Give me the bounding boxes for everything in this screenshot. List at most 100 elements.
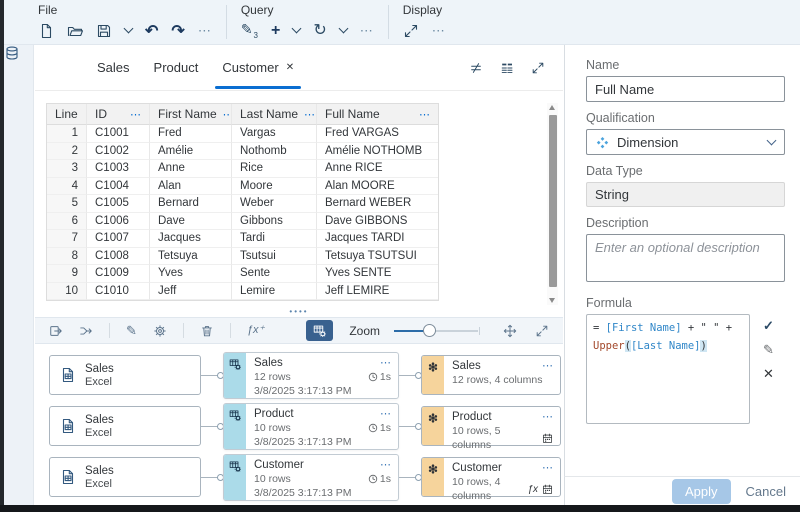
table-header-row: Line ID⋯ First Name⋯ Last Name⋯ Full Nam… xyxy=(47,104,438,125)
node-menu-icon[interactable]: ⋯ xyxy=(542,361,553,371)
scrollbar-thumb[interactable] xyxy=(549,115,557,287)
validate-formula-icon[interactable]: ✓ xyxy=(763,319,774,332)
name-input[interactable] xyxy=(586,76,785,102)
display-group-label: Display xyxy=(403,3,446,18)
table-scrollbar[interactable] xyxy=(547,103,558,305)
node-menu-icon[interactable]: ⋯ xyxy=(380,460,391,470)
prep-node[interactable]: Sales⋯ 12 rows1s 3/8/2025 3:17:13 PM xyxy=(223,352,399,399)
file-overflow-icon[interactable]: ⋯ xyxy=(198,23,212,39)
apply-button[interactable]: Apply xyxy=(672,479,731,504)
table-row[interactable]: 5C1005BernardWeberBernard WEBER xyxy=(47,195,438,213)
column-header-last-name[interactable]: Last Name⋯ xyxy=(232,104,317,125)
table-row[interactable]: 6C1006DaveGibbonsDave GIBBONS xyxy=(47,213,438,231)
table-row[interactable]: 10C1010JeffLemireJeff LEMIRE xyxy=(47,283,438,301)
prep-node-stripe xyxy=(224,455,246,500)
node-menu-icon[interactable]: ⋯ xyxy=(542,412,553,422)
delete-icon[interactable] xyxy=(200,324,214,338)
prep-node[interactable]: Product⋯ 10 rows1s 3/8/2025 3:17:13 PM xyxy=(223,403,399,450)
file-group-label: File xyxy=(38,3,212,18)
query-group-label: Query xyxy=(241,3,374,18)
refresh-chevron-down-icon[interactable] xyxy=(338,24,348,34)
output-node-stripe xyxy=(422,356,444,394)
zoom-slider-tick xyxy=(479,327,481,335)
prep-node[interactable]: Customer⋯ 10 rows1s 3/8/2025 3:17:13 PM xyxy=(223,454,399,501)
table-row[interactable]: 1C1001FredVargasFred VARGAS xyxy=(47,125,438,143)
source-node[interactable]: Sales Excel xyxy=(49,355,201,395)
source-node[interactable]: Sales Excel xyxy=(49,457,201,497)
column-menu-icon[interactable]: ⋯ xyxy=(419,108,430,121)
edit-node-icon[interactable]: ✎ xyxy=(126,324,137,337)
scroll-down-arrow[interactable] xyxy=(549,298,555,303)
save-icon[interactable] xyxy=(96,23,112,39)
column-menu-icon[interactable]: ⋯ xyxy=(223,108,232,121)
table-row[interactable]: 9C1009YvesSenteYves SENTE xyxy=(47,265,438,283)
filter-icon[interactable] xyxy=(469,61,483,75)
cancel-button[interactable]: Cancel xyxy=(746,484,786,499)
chevron-down-icon xyxy=(767,136,777,146)
formula-editor[interactable]: = [First Name] + " " + Upper([Last Name]… xyxy=(586,314,750,424)
table-row[interactable]: 2C1002AmélieNothombAmélie NOTHOMB xyxy=(47,143,438,161)
splitter-grip-icon[interactable]: •••• xyxy=(289,309,308,315)
properties-panel: Name Qualification Dimension Data Type S… xyxy=(564,45,800,476)
display-overflow-icon[interactable]: ⋯ xyxy=(432,23,446,39)
columns-icon[interactable] xyxy=(500,61,514,75)
close-tab-icon[interactable]: ✕ xyxy=(286,62,294,73)
qualification-select[interactable]: Dimension xyxy=(586,129,785,155)
description-label: Description xyxy=(586,216,785,230)
node-menu-icon[interactable]: ⋯ xyxy=(380,409,391,419)
expand-table-icon[interactable] xyxy=(531,61,545,75)
zoom-slider-thumb[interactable] xyxy=(423,324,436,337)
flow-toolbar: ✎ ƒx⁺ Zoom xyxy=(35,317,563,344)
output-node[interactable]: Product⋯ 10 rows, 5 columns xyxy=(421,406,561,446)
tab-product[interactable]: Product xyxy=(142,45,211,91)
flow-row-customer: Sales Excel Customer⋯ 10 rows1s 3/8/2025… xyxy=(35,452,563,503)
table-row[interactable]: 3C1003AnneRiceAnne RICE xyxy=(47,160,438,178)
open-file-icon[interactable] xyxy=(67,23,83,39)
settings-gear-icon[interactable] xyxy=(153,324,167,338)
column-menu-icon[interactable]: ⋯ xyxy=(130,108,141,121)
qualification-label: Qualification xyxy=(586,111,785,125)
zoom-slider[interactable] xyxy=(394,323,478,339)
redo-icon[interactable]: ↷ xyxy=(171,21,184,41)
column-header-first-name[interactable]: First Name⋯ xyxy=(150,104,232,125)
column-header-id[interactable]: ID⋯ xyxy=(87,104,150,125)
add-query-chevron-down-icon[interactable] xyxy=(292,24,302,34)
column-menu-icon[interactable]: ⋯ xyxy=(304,108,315,121)
edit-query-icon[interactable]: ✎3 xyxy=(241,22,258,40)
edit-formula-icon[interactable]: ✎ xyxy=(763,343,774,356)
tab-sales[interactable]: Sales xyxy=(85,45,142,91)
description-textarea[interactable] xyxy=(586,234,785,282)
source-node[interactable]: Sales Excel xyxy=(49,406,201,446)
clear-formula-icon[interactable]: ✕ xyxy=(763,367,774,380)
save-chevron-down-icon[interactable] xyxy=(124,24,134,34)
pan-move-icon[interactable] xyxy=(503,324,517,338)
node-menu-icon[interactable]: ⋯ xyxy=(380,358,391,368)
query-overflow-icon[interactable]: ⋯ xyxy=(360,23,374,39)
panel-splitter[interactable]: •••• xyxy=(35,306,563,317)
refresh-icon[interactable]: ↻ xyxy=(313,23,326,39)
scroll-up-arrow[interactable] xyxy=(549,105,555,110)
column-header-full-name[interactable]: Full Name⋯ xyxy=(317,104,438,125)
new-document-icon[interactable] xyxy=(38,23,54,39)
output-node[interactable]: Customer⋯ 10 rows, 4 columnsƒx xyxy=(421,457,561,497)
add-query-icon[interactable]: + xyxy=(271,22,280,40)
excel-file-icon xyxy=(60,367,76,383)
join-icon[interactable] xyxy=(79,324,93,338)
dataset-tabstrip: Sales Product Customer ✕ xyxy=(35,45,563,91)
grid-view-toggle-button[interactable] xyxy=(306,320,333,341)
data-sources-icon[interactable] xyxy=(4,45,33,61)
expand-flow-icon[interactable] xyxy=(535,324,549,338)
table-row[interactable]: 7C1007JacquesTardiJacques TARDI xyxy=(47,230,438,248)
table-row[interactable]: 4C1004AlanMooreAlan MOORE xyxy=(47,178,438,196)
toolbar-divider xyxy=(230,323,231,338)
flow-row-product: Sales Excel Product⋯ 10 rows1s 3/8/2025 … xyxy=(35,401,563,452)
node-menu-icon[interactable]: ⋯ xyxy=(542,463,553,473)
output-node[interactable]: Sales⋯ 12 rows, 4 columns xyxy=(421,355,561,395)
table-row[interactable]: 8C1008TetsuyaTsutsuiTetsuya TSUTSUI xyxy=(47,248,438,266)
tab-customer[interactable]: Customer ✕ xyxy=(210,45,306,91)
add-formula-icon[interactable]: ƒx⁺ xyxy=(247,325,264,336)
export-icon[interactable] xyxy=(49,324,63,338)
undo-icon[interactable]: ↶ xyxy=(145,21,158,41)
clock-icon xyxy=(368,474,378,484)
fullscreen-icon[interactable] xyxy=(403,23,419,39)
